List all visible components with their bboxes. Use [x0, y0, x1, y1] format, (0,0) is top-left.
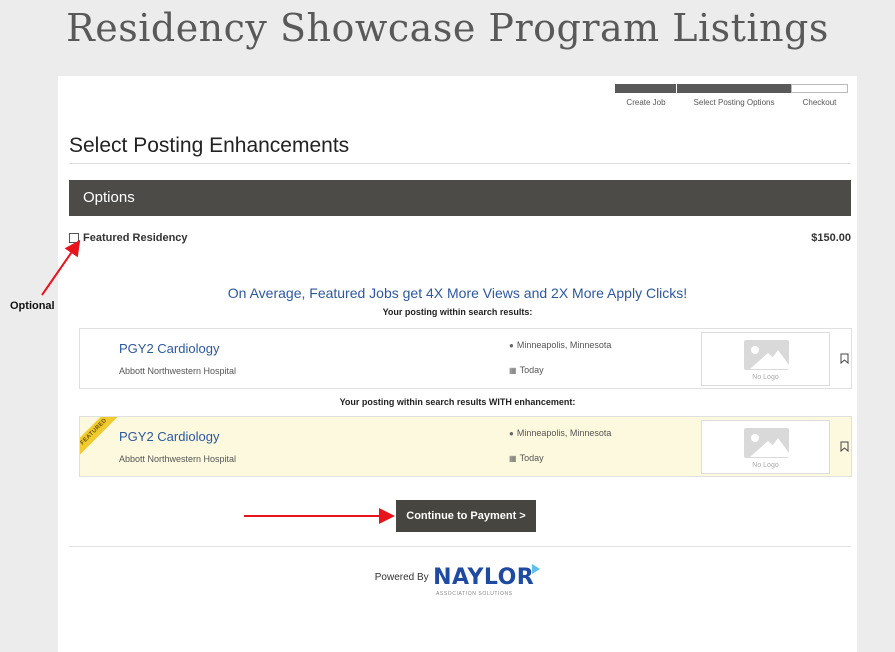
divider [69, 163, 851, 164]
job-featured-card: FEATURED PGY2 Cardiology Abbott Northwes… [79, 416, 852, 477]
step-label: Checkout [802, 98, 837, 107]
job-organization: Abbott Northwestern Hospital [119, 454, 237, 464]
featured-option-row: Featured Residency $150.00 [69, 232, 851, 246]
posting-panel: Create Job Select Posting Options Checko… [58, 76, 857, 652]
progress-steps: Create Job Select Posting Options Checko… [615, 84, 848, 114]
logo-caption: No Logo [752, 462, 779, 469]
calendar-icon: ▦ [509, 454, 517, 463]
job-date: ▦ Today [509, 365, 544, 375]
brand-tagline: ASSOCIATION SOLUTIONS [436, 591, 513, 597]
step-checkout: Checkout [791, 84, 848, 114]
slide-title: Residency Showcase Program Listings [66, 6, 829, 50]
image-placeholder-icon [744, 340, 789, 370]
featured-ribbon: FEATURED [80, 417, 120, 457]
job-title-link[interactable]: PGY2 Cardiology [119, 429, 219, 444]
job-date: ▦ Today [509, 453, 544, 463]
enhanced-preview-heading: Your posting within search results WITH … [339, 397, 576, 407]
continue-to-payment-button[interactable]: Continue to Payment > [396, 500, 536, 532]
featured-ribbon-label: FEATURED [80, 417, 120, 457]
logo-placeholder: No Logo [701, 420, 830, 474]
optional-annotation-label: Optional [10, 300, 55, 312]
step-label: Select Posting Options [693, 98, 775, 107]
logo-placeholder: No Logo [701, 332, 830, 386]
job-organization: Abbott Northwestern Hospital [119, 366, 237, 376]
featured-residency-checkbox[interactable] [69, 233, 79, 243]
featured-residency-price: $150.00 [811, 232, 851, 244]
powered-by-label: Powered By [374, 572, 429, 583]
calendar-icon: ▦ [509, 366, 517, 375]
job-location: ● Minneapolis, Minnesota [509, 428, 612, 438]
bookmark-icon[interactable] [840, 441, 849, 452]
options-header: Options [69, 180, 851, 216]
image-placeholder-icon [744, 428, 789, 458]
step-label: Create Job [626, 98, 666, 107]
job-preview-card: PGY2 Cardiology Abbott Northwestern Hosp… [79, 328, 852, 389]
featured-residency-label[interactable]: Featured Residency [83, 232, 188, 244]
preview-heading: Your posting within search results: [382, 307, 533, 317]
job-location: ● Minneapolis, Minnesota [509, 340, 612, 350]
location-pin-icon: ● [509, 341, 514, 350]
location-pin-icon: ● [509, 429, 514, 438]
bookmark-icon[interactable] [840, 353, 849, 364]
step-create-job: Create Job [615, 84, 677, 114]
job-title-link[interactable]: PGY2 Cardiology [119, 341, 219, 356]
powered-by-footer: Powered By NAYLOR ASSOCIATION SOLUTIONS [58, 564, 857, 597]
footer-divider [69, 546, 851, 547]
step-select-posting-options: Select Posting Options [677, 84, 797, 114]
naylor-logo-mark-icon [532, 564, 541, 574]
logo-caption: No Logo [752, 374, 779, 381]
section-title: Select Posting Enhancements [69, 134, 350, 157]
naylor-logo[interactable]: NAYLOR [433, 565, 534, 590]
promo-text: On Average, Featured Jobs get 4X More Vi… [227, 285, 688, 301]
